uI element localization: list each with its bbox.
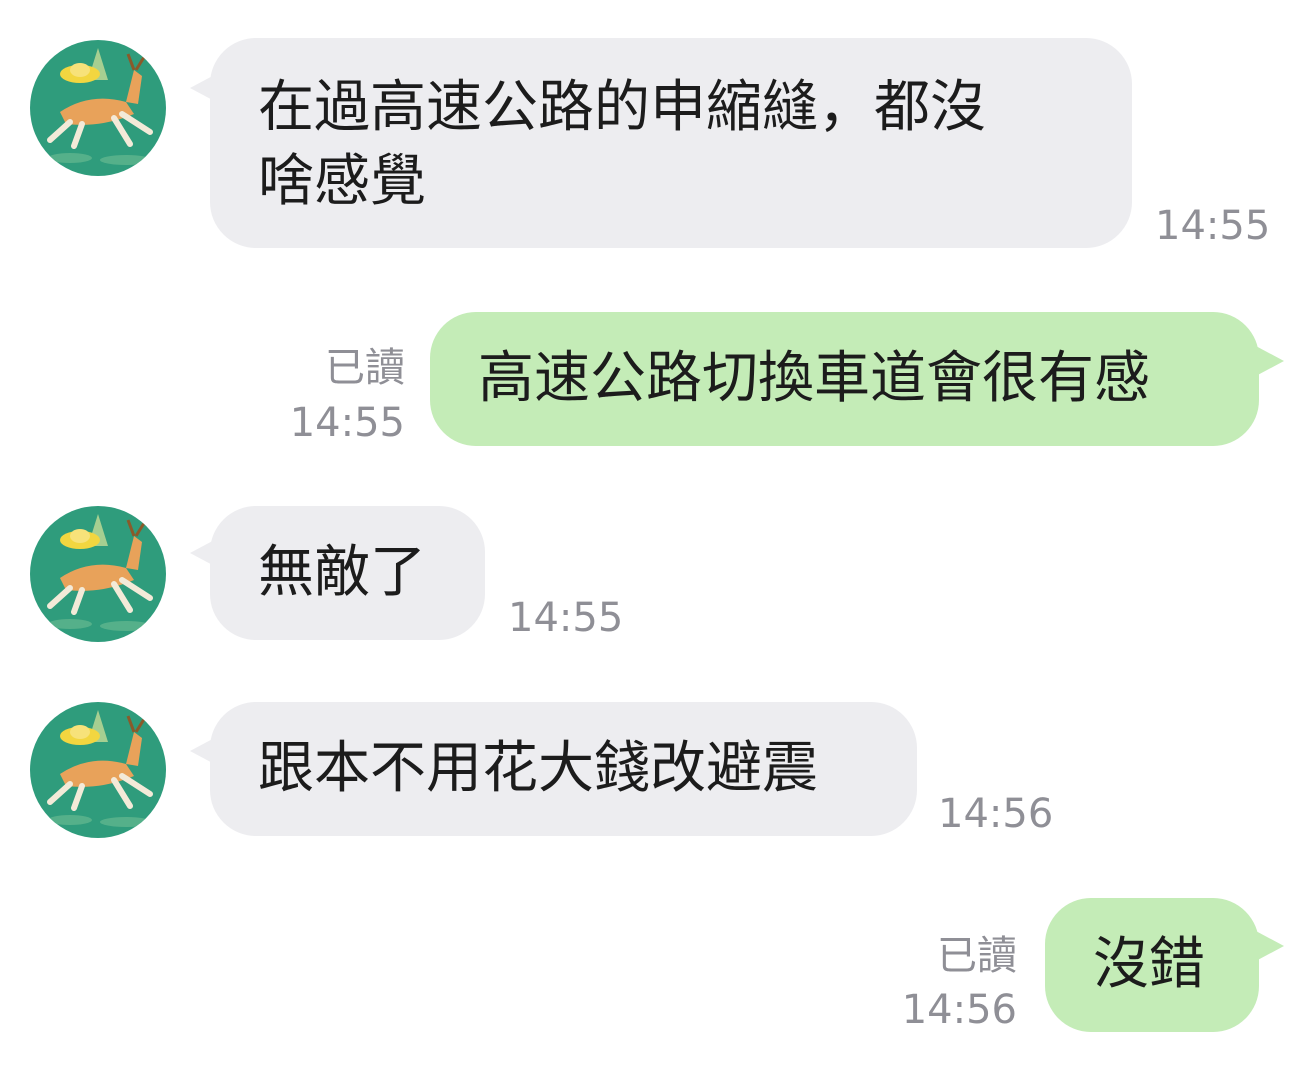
contact-avatar[interactable] <box>30 506 166 642</box>
chat-message-list[interactable]: 在過高速公路的申縮縫，都沒 啥感覺 14:55 已讀 14:55 高速公路切換車… <box>0 0 1290 1080</box>
incoming-message-bubble[interactable]: 跟本不用花大錢改避震 <box>210 702 917 836</box>
incoming-message-bubble[interactable]: 無敵了 <box>210 506 485 640</box>
message-time: 14:56 <box>901 987 1017 1033</box>
read-receipt: 已讀 <box>325 345 405 391</box>
bubble-tail <box>1254 345 1284 377</box>
outgoing-message-bubble[interactable]: 高速公路切換車道會很有感 <box>430 312 1259 446</box>
read-receipt: 已讀 <box>937 933 1017 979</box>
message-time: 14:55 <box>289 400 405 446</box>
contact-avatar[interactable] <box>30 702 166 838</box>
message-time: 14:56 <box>938 791 1054 837</box>
incoming-message-bubble[interactable]: 在過高速公路的申縮縫，都沒 啥感覺 <box>210 38 1132 248</box>
deer-icon <box>30 506 166 642</box>
bubble-tail <box>1254 930 1284 962</box>
message-time: 14:55 <box>1155 203 1271 249</box>
contact-avatar[interactable] <box>30 40 166 176</box>
deer-icon <box>30 702 166 838</box>
outgoing-message-bubble[interactable]: 沒錯 <box>1045 898 1259 1032</box>
deer-icon <box>30 40 166 176</box>
message-time: 14:55 <box>508 595 624 641</box>
